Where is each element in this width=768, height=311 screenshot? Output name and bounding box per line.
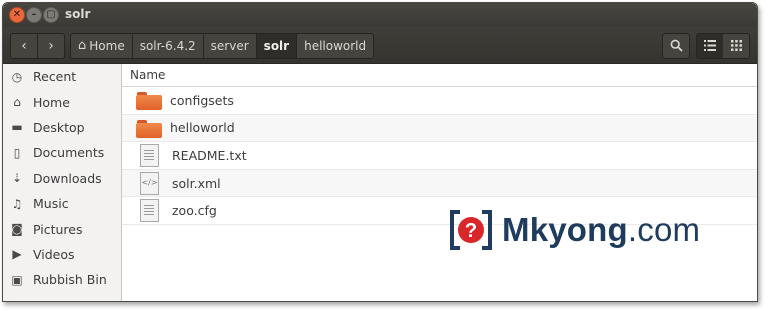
close-window-button[interactable]: ✕ [9, 7, 25, 23]
video-icon: ▶ [12, 247, 22, 262]
file-name: configsets [170, 92, 234, 108]
folder-icon [136, 118, 162, 138]
grid-view-button[interactable] [723, 33, 750, 59]
file-name: solr.xml [172, 175, 221, 191]
list-view-icon [704, 40, 716, 51]
breadcrumb-home[interactable]: ⌂ Home [71, 34, 132, 58]
list-item[interactable]: </> solr.xml [122, 169, 757, 198]
sidebar-item-label: Recent [33, 69, 77, 85]
mkyong-watermark: ? Mkyong.com [448, 205, 700, 255]
trash-icon: ▣ [11, 272, 23, 287]
file-manager-window: ✕ – ▢ solr ‹ › ⌂ Home solr-6.4.2 server … [2, 2, 758, 302]
name-column-header[interactable]: Name [122, 64, 757, 87]
breadcrumb-label: Home [89, 39, 125, 53]
breadcrumb-solr-6-4-2[interactable]: solr-6.4.2 [131, 34, 203, 58]
list-item[interactable]: configsets [122, 87, 757, 115]
breadcrumb: ⌂ Home solr-6.4.2 server solr helloworld [70, 33, 375, 59]
places-sidebar: ◷ Recent ⌂ Home ▬ Desktop ▯ Documents ⇣ … [3, 64, 122, 301]
sidebar-item-label: Documents [33, 145, 105, 161]
maximize-window-button[interactable]: ▢ [43, 7, 59, 23]
logo-suffix: .com [627, 211, 701, 248]
navigation-buttons: ‹ › [10, 33, 65, 59]
toolbar: ‹ › ⌂ Home solr-6.4.2 server solr hellow… [3, 27, 757, 64]
clock-icon: ◷ [11, 69, 23, 84]
sidebar-item-home[interactable]: ⌂ Home [3, 89, 121, 114]
file-name: helloworld [170, 120, 235, 136]
sidebar-item-desktop[interactable]: ▬ Desktop [3, 115, 121, 140]
sidebar-item-label: Music [33, 196, 69, 212]
text-file-icon [140, 143, 159, 167]
breadcrumb-label: helloworld [304, 39, 367, 53]
breadcrumb-label: server [210, 39, 249, 53]
logo-mark-glyph: ? [465, 220, 477, 242]
sidebar-item-recent[interactable]: ◷ Recent [3, 64, 121, 89]
sidebar-item-label: Home [33, 94, 70, 110]
sidebar-item-label: Rubbish Bin [33, 272, 107, 288]
camera-icon: ◙ [11, 222, 23, 237]
mkyong-logo-icon: ? [450, 210, 492, 250]
file-list-view: Name configsets helloworld README.txt </… [122, 64, 757, 301]
breadcrumb-helloworld[interactable]: helloworld [296, 34, 373, 58]
file-name: README.txt [172, 147, 247, 163]
back-button[interactable]: ‹ [11, 34, 37, 58]
breadcrumb-solr[interactable]: solr [255, 34, 297, 58]
logo-brand: Mkyong [502, 211, 628, 248]
download-icon: ⇣ [11, 171, 23, 186]
mkyong-logo-text: Mkyong.com [502, 211, 700, 249]
grid-view-icon [730, 40, 742, 51]
breadcrumb-label: solr-6.4.2 [139, 39, 196, 53]
sidebar-item-downloads[interactable]: ⇣ Downloads [3, 166, 121, 191]
breadcrumb-server[interactable]: server [202, 34, 256, 58]
list-view-button[interactable] [696, 33, 724, 59]
sidebar-item-music[interactable]: ♫ Music [3, 191, 121, 216]
text-file-icon [140, 199, 159, 223]
code-file-icon: </> [140, 171, 159, 195]
music-icon: ♫ [11, 196, 23, 211]
breadcrumb-label: solr [263, 39, 290, 53]
home-icon: ⌂ [13, 95, 21, 110]
folder-icon: ▬ [11, 120, 23, 135]
folder-icon [136, 90, 162, 111]
list-item[interactable]: helloworld [122, 114, 757, 143]
window-title: solr [65, 7, 91, 21]
sidebar-item-rubbish-bin[interactable]: ▣ Rubbish Bin [3, 267, 121, 292]
sidebar-item-videos[interactable]: ▶ Videos [3, 242, 121, 267]
sidebar-item-documents[interactable]: ▯ Documents [3, 140, 121, 165]
forward-button[interactable]: › [37, 34, 64, 58]
file-name: zoo.cfg [172, 203, 217, 219]
list-item[interactable]: README.txt [122, 142, 757, 170]
search-button[interactable] [662, 33, 690, 59]
sidebar-item-label: Downloads [33, 170, 102, 186]
home-icon: ⌂ [78, 38, 87, 53]
sidebar-item-label: Desktop [33, 119, 85, 135]
sidebar-item-pictures[interactable]: ◙ Pictures [3, 216, 121, 241]
document-icon: ▯ [13, 145, 21, 160]
title-bar: ✕ – ▢ solr [3, 3, 757, 27]
search-icon [670, 39, 683, 52]
minimize-window-button[interactable]: – [26, 7, 42, 23]
sidebar-item-label: Videos [33, 246, 75, 262]
sidebar-item-label: Pictures [33, 221, 83, 237]
